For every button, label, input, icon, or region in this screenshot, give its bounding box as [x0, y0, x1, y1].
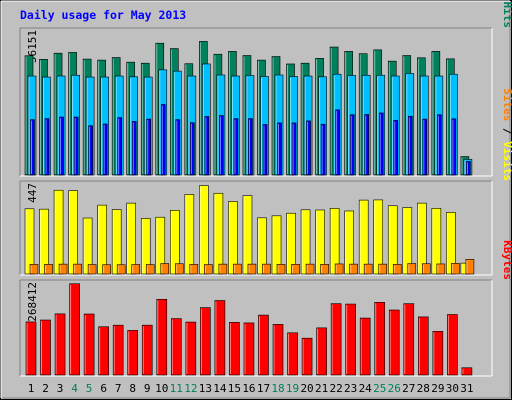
x-tick-label: 12	[184, 382, 197, 395]
x-tick-label: 1	[28, 382, 35, 395]
legend-entry: Visits	[501, 141, 512, 181]
x-tick-label: 22	[330, 382, 343, 395]
x-tick-label: 11	[170, 382, 183, 395]
x-tick-label: 6	[100, 382, 107, 395]
x-tick-label: 15	[228, 382, 241, 395]
bottom-panel-ymax-label: 1268412	[26, 282, 39, 328]
x-tick-label: 30	[446, 382, 459, 395]
x-tick-label: 25	[373, 382, 386, 395]
x-tick-label: 7	[115, 382, 122, 395]
x-tick-label: 18	[271, 382, 284, 395]
legend-entry: Sites	[501, 88, 512, 121]
bottom-panel-legend: KBytes	[501, 240, 512, 280]
x-tick-label: 26	[388, 382, 401, 395]
daily-usage-chart: Daily usage for May 2013 56 15 1 447 12684…	[0, 0, 512, 400]
x-tick-label: 16	[242, 382, 255, 395]
x-tick-label: 9	[144, 382, 151, 395]
x-tick-label: 13	[199, 382, 212, 395]
top-panel-legend: Pages / Files / Hits	[501, 0, 512, 28]
x-tick-label: 8	[129, 382, 136, 395]
x-tick-label: 24	[359, 382, 373, 395]
x-tick-label: 29	[431, 382, 444, 395]
x-tick-label: 3	[57, 382, 64, 395]
legend-entry: Hits	[501, 2, 512, 29]
chart-title: Daily usage for May 2013	[20, 8, 186, 22]
x-tick-label: 19	[286, 382, 299, 395]
legend-entry: /	[501, 121, 512, 141]
x-tick-label: 23	[344, 382, 357, 395]
x-tick-label: 28	[417, 382, 430, 395]
x-tick-label: 17	[257, 382, 270, 395]
x-tick-label: 10	[155, 382, 168, 395]
x-tick-label: 5	[86, 382, 93, 395]
middle-panel-ymax-label: 447	[26, 183, 39, 203]
x-tick-label: 27	[402, 382, 415, 395]
x-tick-label: 2	[42, 382, 49, 395]
x-tick-label: 14	[213, 382, 227, 395]
legend-entry: KBytes	[501, 240, 512, 280]
middle-panel-legend: Sites / Visits	[501, 88, 512, 181]
x-tick-label: 4	[71, 382, 78, 395]
x-tick-label: 20	[300, 382, 313, 395]
x-tick-label: 21	[315, 382, 328, 395]
x-tick-label: 31	[460, 382, 473, 395]
usage-graph: Daily usage for May 2013 56 15 1 447 12684…	[0, 0, 512, 400]
